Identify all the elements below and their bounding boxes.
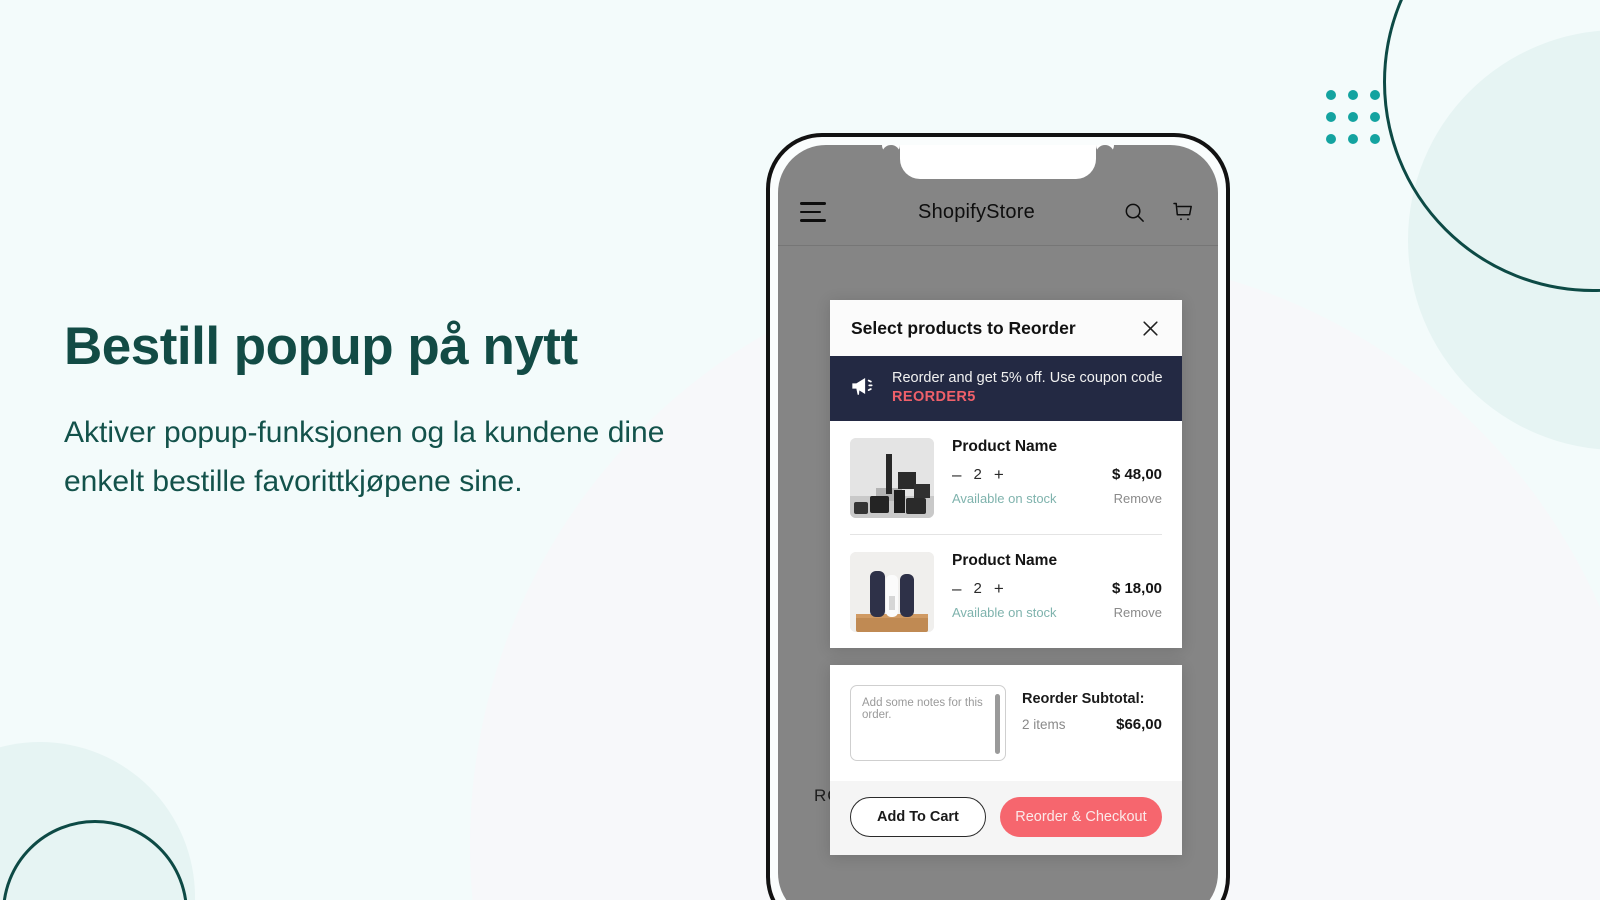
subtotal-block: Reorder Subtotal: 2 items $66,00: [1022, 685, 1162, 733]
phone-mockup: ShopifyStore RC Select products to Reord…: [766, 133, 1230, 900]
table-row: Product Name – 2 + $ 48,00 Available on …: [850, 421, 1162, 534]
notes-scrollbar[interactable]: [995, 694, 1000, 754]
quantity-value: 2: [973, 580, 982, 598]
modal-actions: Add To Cart Reorder & Checkout: [830, 781, 1182, 855]
quantity-stepper: – 2 +: [952, 580, 1004, 597]
hero-subcopy: Aktiver popup-funksjonen og la kundene d…: [64, 416, 665, 498]
table-row: Product Name – 2 + $ 18,00 Available on …: [850, 534, 1162, 648]
order-notes-input[interactable]: Add some notes for this order.: [850, 685, 1006, 761]
phone-notch: [900, 145, 1096, 179]
megaphone-icon: [850, 374, 878, 403]
coupon-message: Reorder and get 5% off. Use coupon code: [892, 370, 1163, 386]
header-icons: [1123, 200, 1196, 224]
product-info: Product Name – 2 + $ 48,00 Available on …: [952, 438, 1162, 518]
decrement-button[interactable]: –: [952, 466, 961, 483]
skincare-tubes-thumbnail: [850, 552, 934, 633]
item-count: 2 items: [1022, 717, 1066, 732]
modal-summary-card: Add some notes for this order. Reorder S…: [830, 665, 1182, 855]
phone-screen: ShopifyStore RC Select products to Reord…: [778, 145, 1218, 900]
close-icon[interactable]: [1139, 317, 1162, 340]
order-summary: Add some notes for this order. Reorder S…: [830, 665, 1182, 781]
add-to-cart-button[interactable]: Add To Cart: [850, 797, 986, 837]
increment-button[interactable]: +: [994, 580, 1004, 597]
subtotal-amount: $66,00: [1116, 716, 1162, 733]
remove-button[interactable]: Remove: [1114, 605, 1162, 620]
cart-icon[interactable]: [1172, 200, 1196, 224]
coupon-banner: Reorder and get 5% off. Use coupon code …: [830, 356, 1182, 422]
product-name: Product Name: [952, 438, 1058, 456]
store-title: ShopifyStore: [918, 200, 1035, 223]
product-list: Product Name – 2 + $ 48,00 Available on …: [830, 421, 1182, 649]
dot-grid-decoration: [1326, 90, 1380, 144]
product-price: $ 18,00: [1111, 580, 1162, 598]
modal-title: Select products to Reorder: [851, 318, 1076, 338]
product-info: Product Name – 2 + $ 18,00 Available on …: [952, 552, 1162, 632]
hero-copy: Bestill popup på nytt Aktiver popup-funk…: [64, 318, 704, 506]
stock-status: Available on stock: [952, 605, 1057, 621]
increment-button[interactable]: +: [994, 466, 1004, 483]
coupon-text: Reorder and get 5% off. Use coupon code …: [892, 369, 1163, 407]
modal-products-card: Select products to Reorder Reorder and g…: [830, 300, 1182, 649]
hamburger-icon[interactable]: [800, 202, 830, 222]
quantity-stepper: – 2 +: [952, 466, 1004, 483]
coupon-code: REORDER5: [892, 389, 976, 406]
stock-status: Available on stock: [952, 491, 1057, 507]
subtotal-label: Reorder Subtotal:: [1022, 691, 1145, 707]
order-notes-placeholder: Add some notes for this order.: [862, 697, 983, 721]
remove-button[interactable]: Remove: [1114, 491, 1162, 506]
store-header: ShopifyStore: [778, 179, 1218, 245]
page-title: Bestill popup på nytt: [64, 317, 578, 376]
cosmetics-jars-thumbnail: [850, 438, 934, 519]
product-price: $ 48,00: [1111, 466, 1162, 484]
quantity-value: 2: [973, 466, 982, 484]
modal-header: Select products to Reorder: [830, 300, 1182, 356]
reorder-checkout-button[interactable]: Reorder & Checkout: [999, 797, 1162, 837]
product-name: Product Name: [952, 552, 1058, 570]
decrement-button[interactable]: –: [952, 580, 961, 597]
search-icon[interactable]: [1123, 201, 1146, 224]
